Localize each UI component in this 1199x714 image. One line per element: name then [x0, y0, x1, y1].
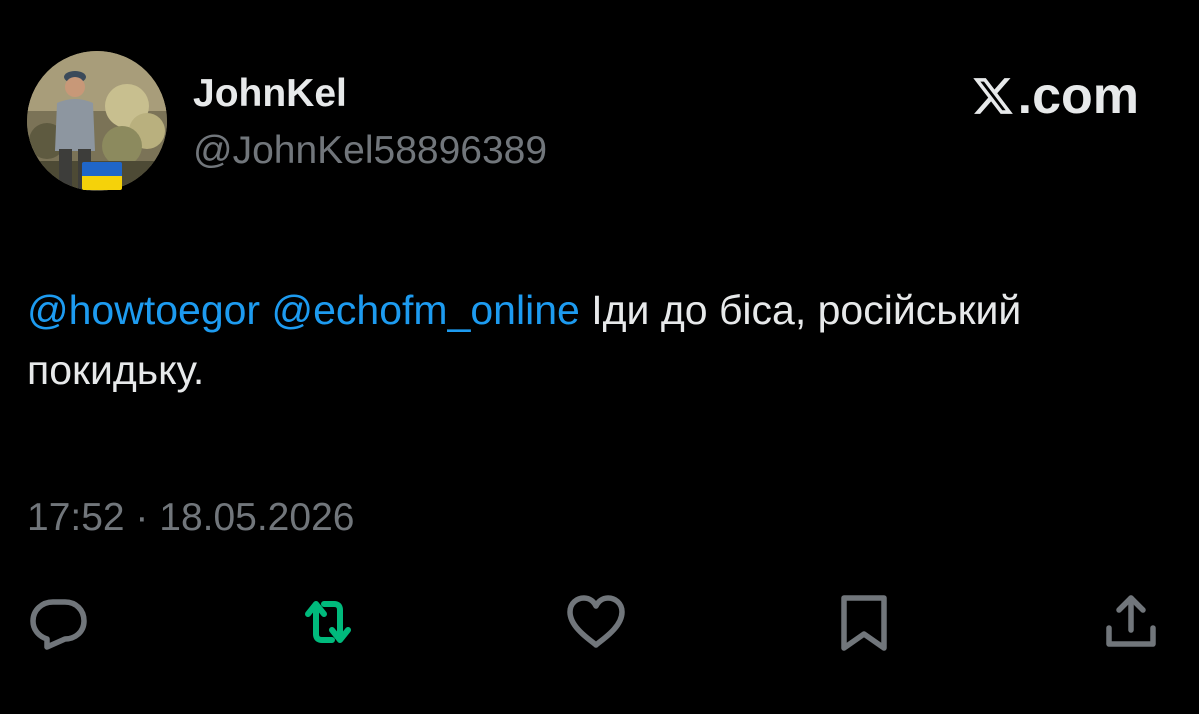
share-icon	[1106, 595, 1156, 647]
tweet-timestamp[interactable]: 17:52 · 18.05.2026	[27, 494, 354, 542]
bookmark-button[interactable]	[832, 590, 896, 654]
author-handle[interactable]: @JohnKel58896389	[193, 127, 547, 175]
tweet-card: JohnKel @JohnKel58896389 .com @howtoegor…	[0, 0, 1199, 714]
retweet-button[interactable]	[296, 590, 360, 654]
ukraine-flag-icon	[82, 162, 122, 190]
like-button[interactable]	[564, 590, 628, 654]
tweet-text: @howtoegor @echofm_online Іди до біса, р…	[27, 280, 1147, 400]
site-logo: .com	[970, 68, 1139, 124]
mention-link[interactable]: @howtoegor	[27, 287, 260, 333]
bookmark-icon	[841, 595, 887, 651]
author-display-name[interactable]: JohnKel	[193, 70, 347, 118]
x-logo-icon	[972, 78, 1013, 114]
retweet-icon	[305, 601, 351, 643]
reply-button[interactable]	[27, 590, 91, 654]
heart-icon	[567, 595, 625, 648]
share-button[interactable]	[1099, 590, 1163, 654]
mention-link[interactable]: @echofm_online	[272, 287, 580, 333]
site-domain-label: .com	[1017, 67, 1139, 125]
reply-icon	[30, 599, 87, 650]
